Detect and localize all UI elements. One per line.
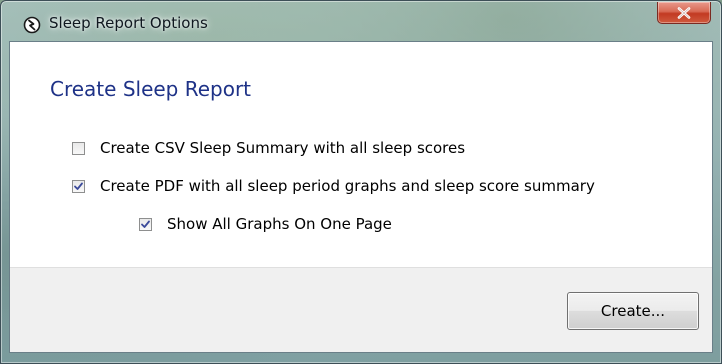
csv-summary-option[interactable]: Create CSV Sleep Summary with all sleep … xyxy=(72,139,465,157)
one-page-checkbox[interactable] xyxy=(139,217,152,231)
pdf-graphs-option[interactable]: Create PDF with all sleep period graphs … xyxy=(72,177,595,195)
csv-summary-label: Create CSV Sleep Summary with all sleep … xyxy=(100,139,466,157)
checkmark-icon xyxy=(74,182,83,190)
dialog-heading: Create Sleep Report xyxy=(50,77,252,101)
create-button[interactable]: Create... xyxy=(567,292,699,330)
sleep-logo-icon xyxy=(23,16,41,34)
dialog-client-area: Create Sleep Report Create CSV Sleep Sum… xyxy=(9,41,713,353)
one-page-option[interactable]: Show All Graphs On One Page xyxy=(139,215,392,233)
close-button[interactable] xyxy=(657,2,711,24)
pdf-graphs-checkbox[interactable] xyxy=(72,179,85,193)
checkmark-icon xyxy=(141,220,150,228)
title-bar[interactable]: Sleep Report Options xyxy=(1,1,721,41)
pdf-graphs-label: Create PDF with all sleep period graphs … xyxy=(100,177,595,195)
window-title: Sleep Report Options xyxy=(49,14,208,32)
dialog-footer: Create... xyxy=(10,267,712,352)
dialog-content: Create Sleep Report Create CSV Sleep Sum… xyxy=(10,42,712,267)
csv-summary-checkbox[interactable] xyxy=(72,141,85,155)
one-page-label: Show All Graphs On One Page xyxy=(167,215,392,233)
dialog-window: Sleep Report Options Create Sleep Report… xyxy=(0,0,722,364)
close-icon xyxy=(677,6,691,19)
